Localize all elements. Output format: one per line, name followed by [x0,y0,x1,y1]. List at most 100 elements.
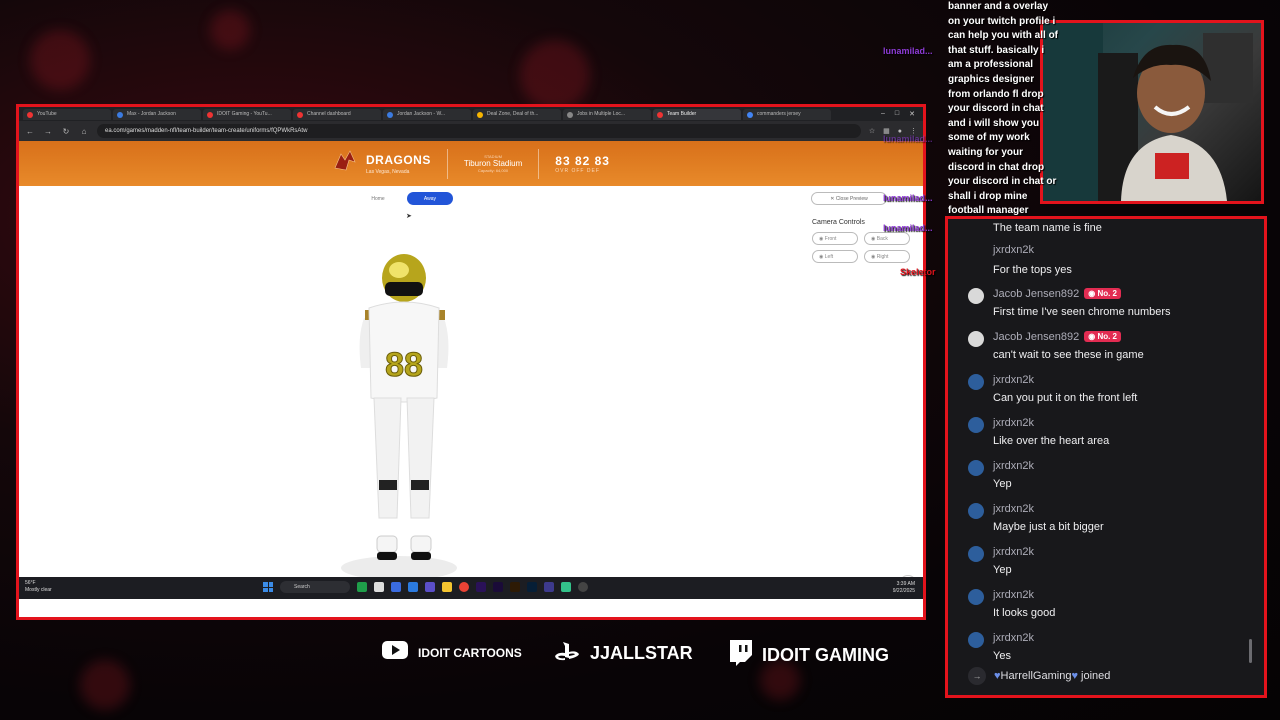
copilot-app-icon[interactable] [391,582,401,592]
maximize-icon[interactable]: □ [895,110,899,118]
illustrator-app-icon[interactable] [510,582,520,592]
chat-message-text: First time I've seen chrome numbers [993,306,1171,318]
taskbar-search[interactable]: Search [280,581,350,593]
chat-message-text: Like over the heart area [993,435,1110,447]
taskbar-clock[interactable]: 3:39 AM 9/22/2025 [893,581,915,595]
file-explorer-app-icon[interactable] [442,582,452,592]
rank-badge: ◉ No. 2 [1084,288,1121,299]
background-bokeh [210,10,250,50]
browser-tab[interactable]: IDOIT Gaming - YouTu... [203,108,291,120]
away-button[interactable]: Away [407,192,453,205]
youtube-favicon-icon [27,111,33,118]
home-away-toggle: Home Away [355,192,453,205]
app-icon[interactable] [561,582,571,592]
browser-tab[interactable]: commanders jersey [743,108,831,120]
camera-controls: ◉ Front ◉ Back ◉ Left ◉ Right [812,232,910,263]
avatar [968,503,984,519]
camera-back-button[interactable]: ◉ Back [864,232,910,245]
edge-app-icon[interactable] [408,582,418,592]
chat-username[interactable]: Jacob Jensen892 [993,331,1079,343]
chat-username[interactable]: jxrdxn2k [993,632,1034,644]
browser-tab[interactable]: Jordan Jackson - W... [383,108,471,120]
tab-favicon-icon [567,111,573,118]
tab-favicon-icon [117,111,123,118]
camera-front-button[interactable]: ◉ Front [812,232,858,245]
avatar [968,331,984,347]
dragon-logo-icon [332,148,358,180]
social-playstation: JJALLSTAR [554,640,693,667]
rank-badge: ◉ No. 2 [1084,331,1121,342]
ratings-label: OVR OFF DEF [555,167,600,174]
stadium-capacity: Capacity: 64,000 [478,168,509,173]
overlay-chat-username: lunamilad... [883,193,933,203]
browser-tab[interactable]: Max - Jordan Jackson [113,108,201,120]
window-controls: – □ ✕ [881,110,923,118]
teams-app-icon[interactable] [425,582,435,592]
after-effects-app-icon[interactable] [493,582,503,592]
widgets-app-icon[interactable] [357,582,367,592]
address-bar[interactable]: ea.com/games/madden-nfl/team-builder/tea… [97,124,861,138]
minimize-icon[interactable]: – [881,110,885,118]
browser-tab[interactable]: Channel dashboard [293,108,381,120]
chat-username[interactable]: jxrdxn2k [993,374,1034,386]
playstation-icon [554,640,580,667]
player-uniform-model[interactable]: 88 [339,248,469,588]
streamer-image [1043,23,1253,201]
chat-message-text: Yep [993,478,1012,490]
chat-scrollbar[interactable] [1249,639,1252,663]
joined-username[interactable]: HarrellGaming [1001,670,1072,682]
team-ratings: 83 82 83 [555,153,610,168]
overlay-chat-message: banner and a overlay on your twitch prof… [948,1,1059,217]
chat-username[interactable]: jxrdxn2k [993,589,1034,601]
reload-icon[interactable]: ↻ [61,127,71,136]
social-label: IDOIT GAMING [762,645,889,665]
chat-message-text: It looks good [993,607,1056,619]
join-arrow-icon: → [968,667,986,685]
home-icon[interactable]: ⌂ [79,127,89,136]
chat-username[interactable]: jxrdxn2k [993,460,1034,472]
photoshop-app-icon[interactable] [527,582,537,592]
browser-toolbar: ← → ↻ ⌂ ea.com/games/madden-nfl/team-bui… [19,121,923,141]
weather-widget[interactable]: 56°F Mostly clear [25,580,52,594]
app-icon[interactable] [544,582,554,592]
browser-tab[interactable]: Deal Zone, Deal of th... [473,108,561,120]
close-preview-button[interactable]: ✕ Close Preview [811,192,887,205]
overlay-chat-username: lunamilad... [883,134,933,144]
camera-controls-title: Camera Controls [812,219,865,226]
forward-arrow-icon[interactable]: → [43,127,53,136]
bookmark-star-icon[interactable]: ☆ [869,127,875,135]
team-header: DRAGONS Las Vegas, Nevada STADIUM Tiburo… [19,141,923,186]
twitch-chat-panel: The team name is fine jxrdxn2k For the t… [945,216,1267,698]
chat-username[interactable]: jxrdxn2k [993,503,1034,515]
chat-username[interactable]: Jacob Jensen892 [993,288,1079,300]
windows-start-icon[interactable] [263,582,273,592]
camera-left-button[interactable]: ◉ Left [812,250,858,263]
chrome-app-icon[interactable] [459,582,469,592]
background-bokeh [30,30,90,90]
avatar [968,632,984,648]
back-arrow-icon[interactable]: ← [25,127,35,136]
team-name: DRAGONS [366,152,431,167]
social-label: IDOIT CARTOONS [418,645,522,660]
browser-tab[interactable]: YouTube [23,108,111,120]
tab-favicon-icon [477,111,483,118]
media-app-icon[interactable] [578,582,588,592]
browser-tab-strip: YouTube Max - Jordan Jackson IDOIT Gamin… [19,107,923,121]
camera-right-button[interactable]: ◉ Right [864,250,910,263]
background-bokeh [80,660,130,710]
browser-tab-active[interactable]: Team Builder [653,108,741,120]
chat-message-text: Can you put it on the front left [993,392,1138,404]
avatar [968,546,984,562]
close-icon[interactable]: ✕ [909,110,915,118]
taskbar-apps: Search [263,581,588,593]
chat-message-text: Maybe just a bit bigger [993,521,1104,533]
premiere-app-icon[interactable] [476,582,486,592]
chat-username[interactable]: jxrdxn2k [993,546,1034,558]
chat-username[interactable]: jxrdxn2k [993,417,1034,429]
taskview-app-icon[interactable] [374,582,384,592]
avatar [968,374,984,390]
home-button[interactable]: Home [355,192,401,205]
social-twitch: IDOIT GAMING [728,640,889,671]
joined-label: joined [1081,670,1111,682]
browser-tab[interactable]: Jobs in Multiple Loc... [563,108,651,120]
